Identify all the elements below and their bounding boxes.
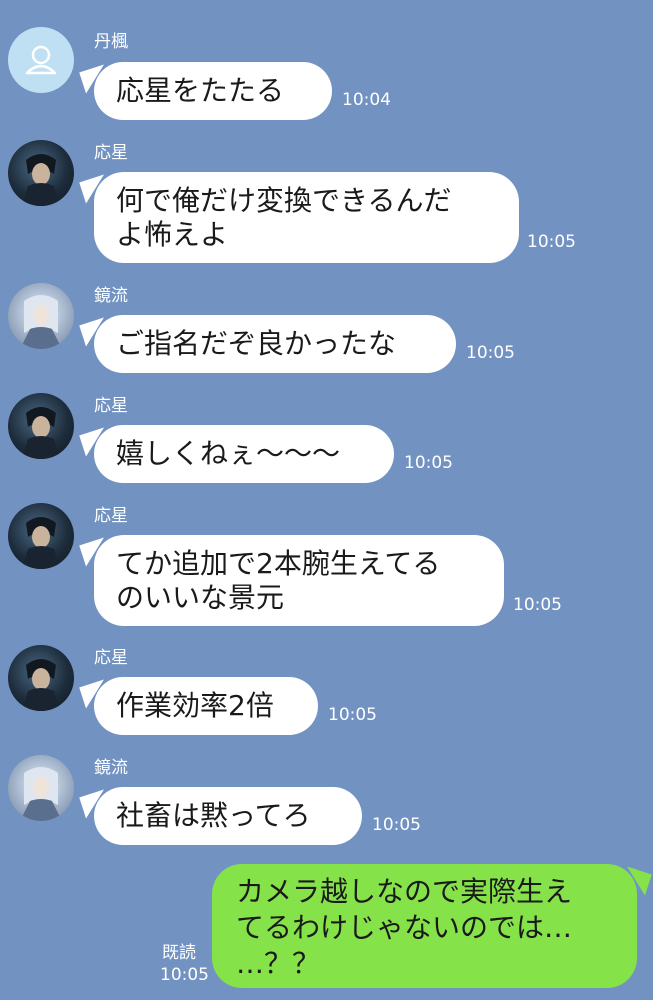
message-text-line: 何で俺だけ変換できるんだ bbox=[116, 184, 452, 217]
avatar[interactable] bbox=[8, 27, 74, 93]
sender-name: 応星 bbox=[94, 506, 128, 526]
dark-character-avatar bbox=[22, 154, 60, 206]
read-receipt: 既読 bbox=[162, 943, 196, 963]
message-time: 10:04 bbox=[342, 90, 391, 110]
message-bubble[interactable]: 嬉しくねぇ〜〜〜 bbox=[94, 425, 394, 483]
message-text-line: …？？ bbox=[236, 947, 321, 980]
message-time: 10:05 bbox=[513, 595, 562, 615]
sender-name: 鏡流 bbox=[94, 758, 128, 778]
sender-name: 応星 bbox=[94, 648, 128, 668]
avatar[interactable] bbox=[8, 283, 74, 349]
message-time: 10:05 bbox=[527, 232, 576, 252]
message-text-line: よ怖えよ bbox=[116, 218, 229, 251]
message-time: 10:05 bbox=[160, 965, 209, 985]
message-text-line: カメラ越しなので実際生え bbox=[236, 875, 573, 908]
message-text-line: てるわけじゃないのでは… bbox=[236, 911, 573, 944]
outgoing-message-bubble[interactable]: カメラ越しなので実際生え てるわけじゃないのでは… …？？ bbox=[212, 864, 637, 988]
message-bubble[interactable]: ご指名だぞ良かったな bbox=[94, 315, 456, 373]
message-time: 10:05 bbox=[404, 453, 453, 473]
sender-name: 応星 bbox=[94, 143, 128, 163]
sender-name: 鏡流 bbox=[94, 286, 128, 306]
message-bubble[interactable]: てか追加で2本腕生えてる のいいな景元 bbox=[94, 535, 504, 626]
dark-character-avatar bbox=[22, 659, 60, 711]
message-bubble[interactable]: 社畜は黙ってろ bbox=[94, 787, 362, 845]
message-text: ご指名だぞ良かったな bbox=[116, 327, 397, 360]
avatar[interactable] bbox=[8, 645, 74, 711]
message-time: 10:05 bbox=[328, 705, 377, 725]
message-time: 10:05 bbox=[372, 815, 421, 835]
dark-character-avatar bbox=[22, 407, 60, 459]
message-bubble[interactable]: 応星をたたる bbox=[94, 62, 332, 120]
dark-character-avatar bbox=[22, 517, 60, 569]
message-text: 嬉しくねぇ〜〜〜 bbox=[116, 437, 341, 470]
message-text: 作業効率2倍 bbox=[116, 689, 274, 722]
message-text-line: てか追加で2本腕生えてる bbox=[116, 547, 441, 580]
avatar[interactable] bbox=[8, 503, 74, 569]
message-time: 10:05 bbox=[466, 343, 515, 363]
sender-name: 丹楓 bbox=[94, 32, 128, 52]
light-character-avatar bbox=[20, 295, 62, 349]
message-text-line: のいいな景元 bbox=[116, 581, 285, 614]
message-text: 応星をたたる bbox=[116, 74, 285, 107]
message-text: 社畜は黙ってろ bbox=[116, 799, 311, 832]
message-bubble[interactable]: 何で俺だけ変換できるんだ よ怖えよ bbox=[94, 172, 519, 263]
avatar[interactable] bbox=[8, 393, 74, 459]
message-bubble[interactable]: 作業効率2倍 bbox=[94, 677, 318, 735]
light-character-avatar bbox=[20, 767, 62, 821]
avatar[interactable] bbox=[8, 140, 74, 206]
avatar[interactable] bbox=[8, 755, 74, 821]
default-person-icon bbox=[25, 45, 57, 75]
sender-name: 応星 bbox=[94, 396, 128, 416]
